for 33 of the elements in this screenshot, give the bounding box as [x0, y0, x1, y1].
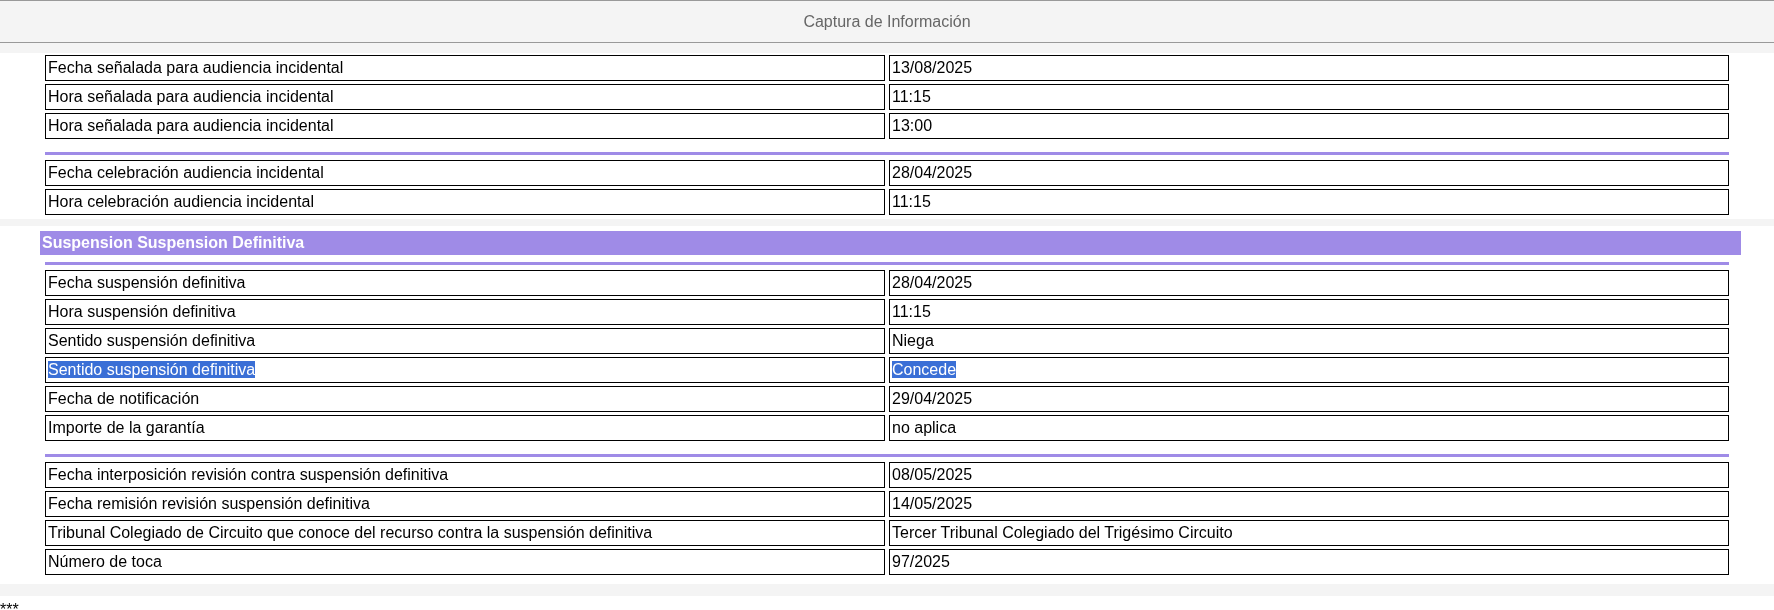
field-value-cell: 11:15 — [889, 189, 1729, 215]
field-value-cell: 11:15 — [889, 299, 1729, 325]
field-value-cell: Niega — [889, 328, 1729, 354]
section-heading: Suspension Suspension Definitiva — [40, 231, 1741, 255]
field-value-cell: Concede — [889, 357, 1729, 383]
field-value-cell: 29/04/2025 — [889, 386, 1729, 412]
field-value-cell: 14/05/2025 — [889, 491, 1729, 517]
field-value-cell: 08/05/2025 — [889, 462, 1729, 488]
field-value-cell: 97/2025 — [889, 549, 1729, 575]
field-label-cell: Tribunal Colegiado de Circuito que conoce del recurso contra la suspensión definitiva — [45, 520, 885, 546]
field-label-cell: Hora celebración audiencia incidental — [45, 189, 885, 215]
field-label-cell: Sentido suspensión definitiva — [45, 357, 885, 383]
field-label-cell: Número de toca — [45, 549, 885, 575]
field-label-cell: Importe de la garantía — [45, 415, 885, 441]
field-label-cell: Hora suspensión definitiva — [45, 299, 885, 325]
field-label-cell: Fecha remisión revisión suspensión definitiva — [45, 491, 885, 517]
field-value-cell: 11:15 — [889, 84, 1729, 110]
field-label-cell: Fecha celebración audiencia incidental — [45, 160, 885, 186]
field-label-cell: Fecha de notificación — [45, 386, 885, 412]
field-value-cell: no aplica — [889, 415, 1729, 441]
footer-text: *** — [0, 600, 20, 610]
field-value-cell: 28/04/2025 — [889, 160, 1729, 186]
field-value-cell: 13:00 — [889, 113, 1729, 139]
field-value-cell: 28/04/2025 — [889, 270, 1729, 296]
field-label-cell: Fecha suspensión definitiva — [45, 270, 885, 296]
field-value-cell: 13/08/2025 — [889, 55, 1729, 81]
field-label-cell: Sentido suspensión definitiva — [45, 328, 885, 354]
page-title: Captura de Información — [803, 12, 971, 31]
field-value-cell: Tercer Tribunal Colegiado del Trigésimo Circuito — [889, 520, 1729, 546]
field-label-cell: Fecha interposición revisión contra suspensión definitiva — [45, 462, 885, 488]
field-label-cell: Hora señalada para audiencia incidental — [45, 113, 885, 139]
field-label-cell: Hora señalada para audiencia incidental — [45, 84, 885, 110]
field-label-cell: Fecha señalada para audiencia incidental — [45, 55, 885, 81]
